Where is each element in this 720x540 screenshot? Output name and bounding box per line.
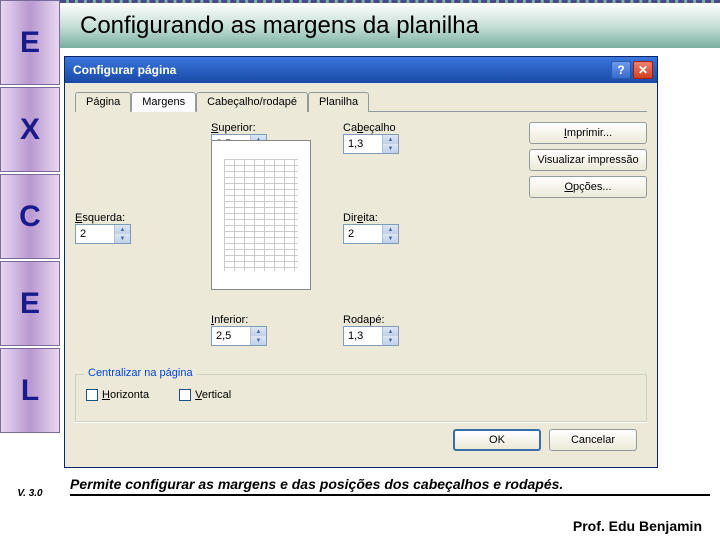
- dialog-titlebar: Configurar página ? ✕: [65, 57, 657, 83]
- centralize-group: Centralizar na página Horizonta Vertical: [75, 374, 647, 422]
- spin-down-icon[interactable]: ▼: [383, 144, 398, 153]
- vertical-checkbox[interactable]: Vertical: [179, 389, 231, 401]
- spin-up-icon[interactable]: ▲: [383, 225, 398, 234]
- esquerda-stepper[interactable]: ▲▼: [75, 224, 131, 244]
- tab-pagina[interactable]: Página: [75, 92, 131, 112]
- label-esquerda: Esquerda:: [75, 212, 131, 224]
- margin-preview: [211, 140, 311, 290]
- tab-margens[interactable]: Margens: [131, 92, 196, 112]
- spin-down-icon[interactable]: ▼: [115, 234, 130, 243]
- horizontal-checkbox[interactable]: Horizonta: [86, 389, 149, 401]
- centralize-title: Centralizar na página: [84, 367, 197, 379]
- version-label: V. 3.0: [0, 488, 60, 499]
- dialog-title: Configurar página: [73, 63, 609, 77]
- checkbox-icon[interactable]: [86, 389, 98, 401]
- direita-input[interactable]: [344, 225, 382, 243]
- sidebar-letter: L: [0, 348, 60, 433]
- description-text: Permite configurar as margens e das posi…: [70, 476, 710, 496]
- checkbox-icon[interactable]: [179, 389, 191, 401]
- spin-up-icon[interactable]: ▲: [383, 327, 398, 336]
- label-direita: Direita:: [343, 212, 399, 224]
- close-icon[interactable]: ✕: [633, 61, 653, 79]
- cabecalho-stepper[interactable]: ▲▼: [343, 134, 399, 154]
- tab-cabecalho[interactable]: Cabeçalho/rodapé: [196, 92, 308, 112]
- spin-down-icon[interactable]: ▼: [251, 336, 266, 345]
- inferior-stepper[interactable]: ▲▼: [211, 326, 267, 346]
- label-inferior: Inferior:: [211, 314, 267, 326]
- horizontal-label: Horizonta: [102, 389, 149, 401]
- esquerda-input[interactable]: [76, 225, 114, 243]
- label-cabecalho: Cabeçalho: [343, 122, 399, 134]
- spin-up-icon[interactable]: ▲: [383, 135, 398, 144]
- page-title: Configurando as margens da planilha: [60, 0, 720, 48]
- preview-button[interactable]: Visualizar impressão: [529, 149, 647, 171]
- spin-up-icon[interactable]: ▲: [115, 225, 130, 234]
- direita-stepper[interactable]: ▲▼: [343, 224, 399, 244]
- rodape-stepper[interactable]: ▲▼: [343, 326, 399, 346]
- sidebar: E X C E L: [0, 0, 60, 490]
- options-button[interactable]: Opções...: [529, 176, 647, 198]
- tab-strip: Página Margens Cabeçalho/rodapé Planilha: [75, 91, 647, 112]
- footer-author: Prof. Edu Benjamin: [573, 518, 702, 534]
- print-button[interactable]: Imprimir...: [529, 122, 647, 144]
- cancel-button[interactable]: Cancelar: [549, 429, 637, 451]
- ok-button[interactable]: OK: [453, 429, 541, 451]
- label-superior: Superior:: [211, 122, 267, 134]
- sidebar-letter: X: [0, 87, 60, 172]
- inferior-input[interactable]: [212, 327, 250, 345]
- label-rodape: Rodapé:: [343, 314, 399, 326]
- help-icon[interactable]: ?: [611, 61, 631, 79]
- sidebar-letter: E: [0, 0, 60, 85]
- spin-down-icon[interactable]: ▼: [383, 336, 398, 345]
- spin-down-icon[interactable]: ▼: [383, 234, 398, 243]
- spin-up-icon[interactable]: ▲: [251, 327, 266, 336]
- vertical-label: Vertical: [195, 389, 231, 401]
- sidebar-letter: C: [0, 174, 60, 259]
- page-setup-dialog: Configurar página ? ✕ Página Margens Cab…: [64, 56, 658, 468]
- rodape-input[interactable]: [344, 327, 382, 345]
- tab-planilha[interactable]: Planilha: [308, 92, 369, 112]
- cabecalho-input[interactable]: [344, 135, 382, 153]
- sidebar-letter: E: [0, 261, 60, 346]
